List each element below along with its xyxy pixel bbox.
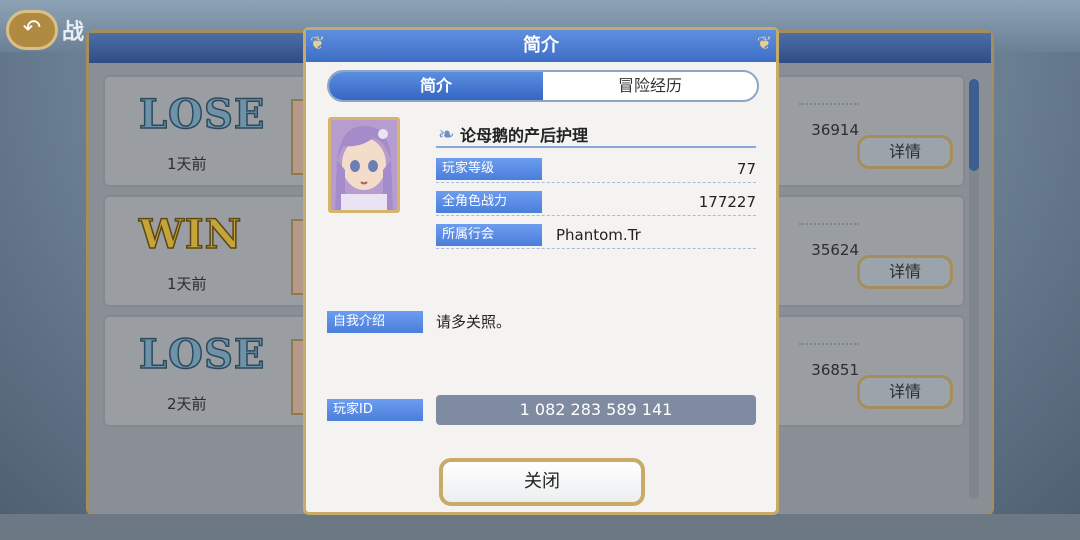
level-divider <box>436 182 756 183</box>
opponent-power: 36914 <box>811 121 859 139</box>
player-avatar <box>328 117 400 213</box>
back-arrow-icon: ↶ <box>22 16 42 41</box>
row-divider <box>799 223 859 225</box>
power-divider <box>436 215 756 216</box>
player-id-label: 玩家ID <box>327 399 423 421</box>
level-label: 玩家等级 <box>436 158 542 180</box>
tab-profile[interactable]: 简介 <box>329 72 543 100</box>
screen-title: 战 <box>62 20 85 45</box>
player-name: 论母鹅的产后护理 <box>460 126 589 145</box>
power-value: 177227 <box>698 193 756 211</box>
level-value: 77 <box>736 160 756 178</box>
guild-divider <box>436 248 756 249</box>
intro-text: 请多关照。 <box>436 313 512 331</box>
bottom-nav <box>0 514 1080 540</box>
result-label: WIN <box>138 210 243 259</box>
back-button[interactable]: ↶ <box>6 10 58 50</box>
battle-time: 1天前 <box>167 155 207 173</box>
result-label: LOSE <box>138 330 266 379</box>
detail-button[interactable]: 详情 <box>857 375 953 409</box>
detail-button[interactable]: 详情 <box>857 135 953 169</box>
scrollbar-thumb[interactable] <box>969 79 979 171</box>
row-divider <box>799 103 859 105</box>
guild-label: 所属行会 <box>436 224 542 246</box>
corner-ornament-icon: ❦ <box>756 33 772 54</box>
power-label: 全角色战力 <box>436 191 542 213</box>
tab-adventure-history[interactable]: 冒险经历 <box>543 72 757 100</box>
name-divider <box>436 146 756 148</box>
profile-tabs: 简介 冒险经历 <box>327 70 759 102</box>
intro-label: 自我介绍 <box>327 311 423 333</box>
battle-time: 2天前 <box>167 395 207 413</box>
row-divider <box>799 343 859 345</box>
guild-value: Phantom.Tr <box>556 226 641 244</box>
close-button[interactable]: 关闭 <box>439 458 645 506</box>
player-id-value: 1 082 283 589 141 <box>436 395 756 425</box>
modal-header: ❦ 简介 ❦ <box>306 30 776 62</box>
opponent-power: 35624 <box>811 241 859 259</box>
modal-title: 简介 <box>523 35 559 56</box>
opponent-power: 36851 <box>811 361 859 379</box>
feather-icon: ❧ <box>438 122 455 146</box>
corner-ornament-icon: ❦ <box>310 33 326 54</box>
detail-button[interactable]: 详情 <box>857 255 953 289</box>
battle-time: 1天前 <box>167 275 207 293</box>
profile-modal: ❦ 简介 ❦ 简介 冒险经历 ❧ 论母鹅的产后护理 玩家等级 77 全角色战力 … <box>303 27 779 515</box>
result-label: LOSE <box>138 90 266 139</box>
avatar-portrait-icon <box>331 120 397 210</box>
